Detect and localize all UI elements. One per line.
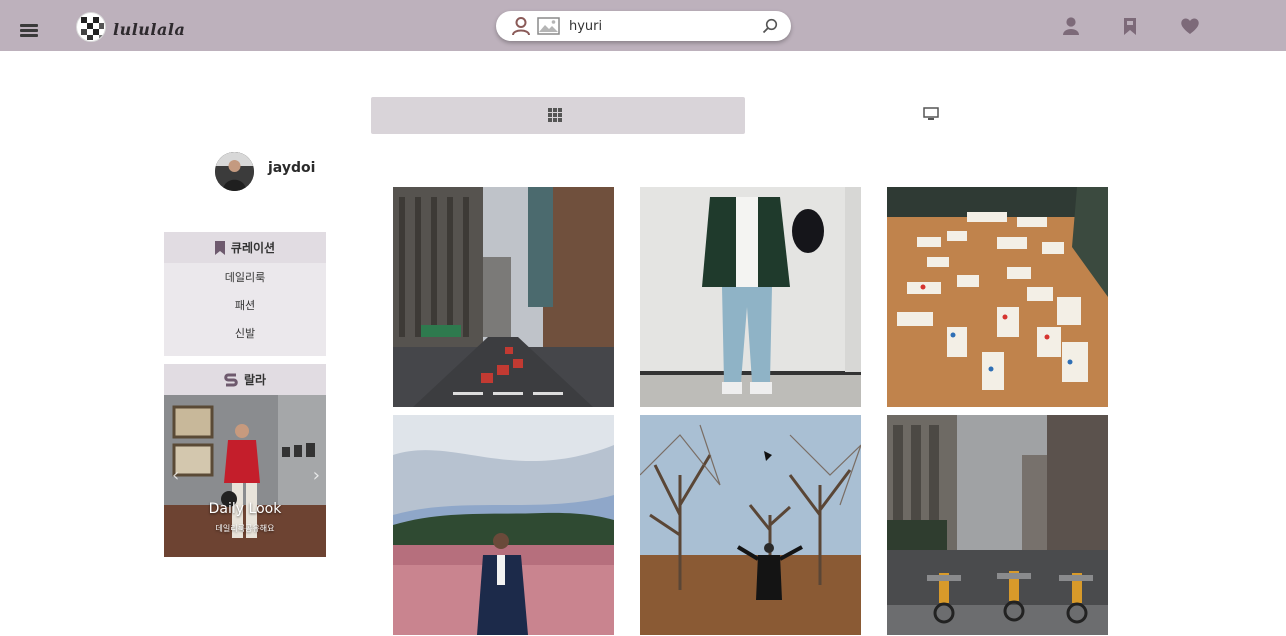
- search-bar: [496, 11, 791, 41]
- photo-tile-game: [887, 187, 1108, 407]
- profile-username[interactable]: jaydoi: [268, 160, 315, 176]
- curation-item-shoes[interactable]: 신발: [164, 319, 326, 347]
- lala-header: 랄라: [164, 364, 326, 395]
- top-bar: lululala: [0, 0, 1286, 51]
- slide-next-arrow[interactable]: ›: [313, 465, 320, 486]
- lala-logo-icon: [224, 373, 238, 386]
- user-icon[interactable]: [1060, 15, 1082, 37]
- heart-icon[interactable]: [1179, 15, 1201, 37]
- tab-feed-view[interactable]: [745, 97, 1119, 134]
- lala-panel: 랄라: [164, 364, 326, 395]
- curation-header: 큐레이션: [164, 232, 326, 263]
- slide-prev-arrow[interactable]: ‹: [172, 465, 179, 486]
- photo-tile[interactable]: [640, 187, 861, 407]
- search-input[interactable]: [569, 16, 749, 36]
- bookmark-icon[interactable]: [1119, 15, 1141, 37]
- curation-item-daily-look[interactable]: 데일리룩: [164, 263, 326, 291]
- curation-title: 큐레이션: [230, 241, 276, 255]
- curation-item-fashion[interactable]: 패션: [164, 291, 326, 319]
- photo-bike-street: [887, 415, 1108, 635]
- photo-tile[interactable]: [393, 187, 614, 407]
- logo-icon[interactable]: [76, 12, 106, 42]
- image-icon[interactable]: [537, 17, 560, 35]
- tab-grid-view[interactable]: [371, 97, 745, 134]
- monitor-icon: [923, 107, 939, 120]
- lala-title: 랄라: [243, 373, 267, 387]
- avatar[interactable]: [215, 152, 254, 191]
- bookmark-icon: [214, 240, 225, 255]
- grid-icon: [548, 108, 562, 122]
- menu-icon[interactable]: [20, 24, 38, 38]
- slide-title: Daily Look: [208, 501, 282, 517]
- brand-name[interactable]: lululala: [113, 20, 185, 39]
- photo-pink-field: [393, 415, 614, 635]
- search-icon[interactable]: [762, 18, 778, 34]
- photo-outfit: [640, 187, 861, 407]
- photo-autumn-park: [640, 415, 861, 635]
- photo-tile[interactable]: [887, 187, 1108, 407]
- photo-tile[interactable]: [640, 415, 861, 635]
- photo-tile[interactable]: [887, 415, 1108, 635]
- lala-slide[interactable]: ‹ › Daily Look 데일리룩공유해요: [164, 395, 326, 557]
- person-icon[interactable]: [511, 16, 531, 36]
- photo-city-street: [393, 187, 614, 407]
- slide-subtitle: 데일리룩공유해요: [215, 524, 275, 533]
- curation-panel: 큐레이션 데일리룩 패션 신발: [164, 232, 326, 356]
- photo-tile[interactable]: [393, 415, 614, 635]
